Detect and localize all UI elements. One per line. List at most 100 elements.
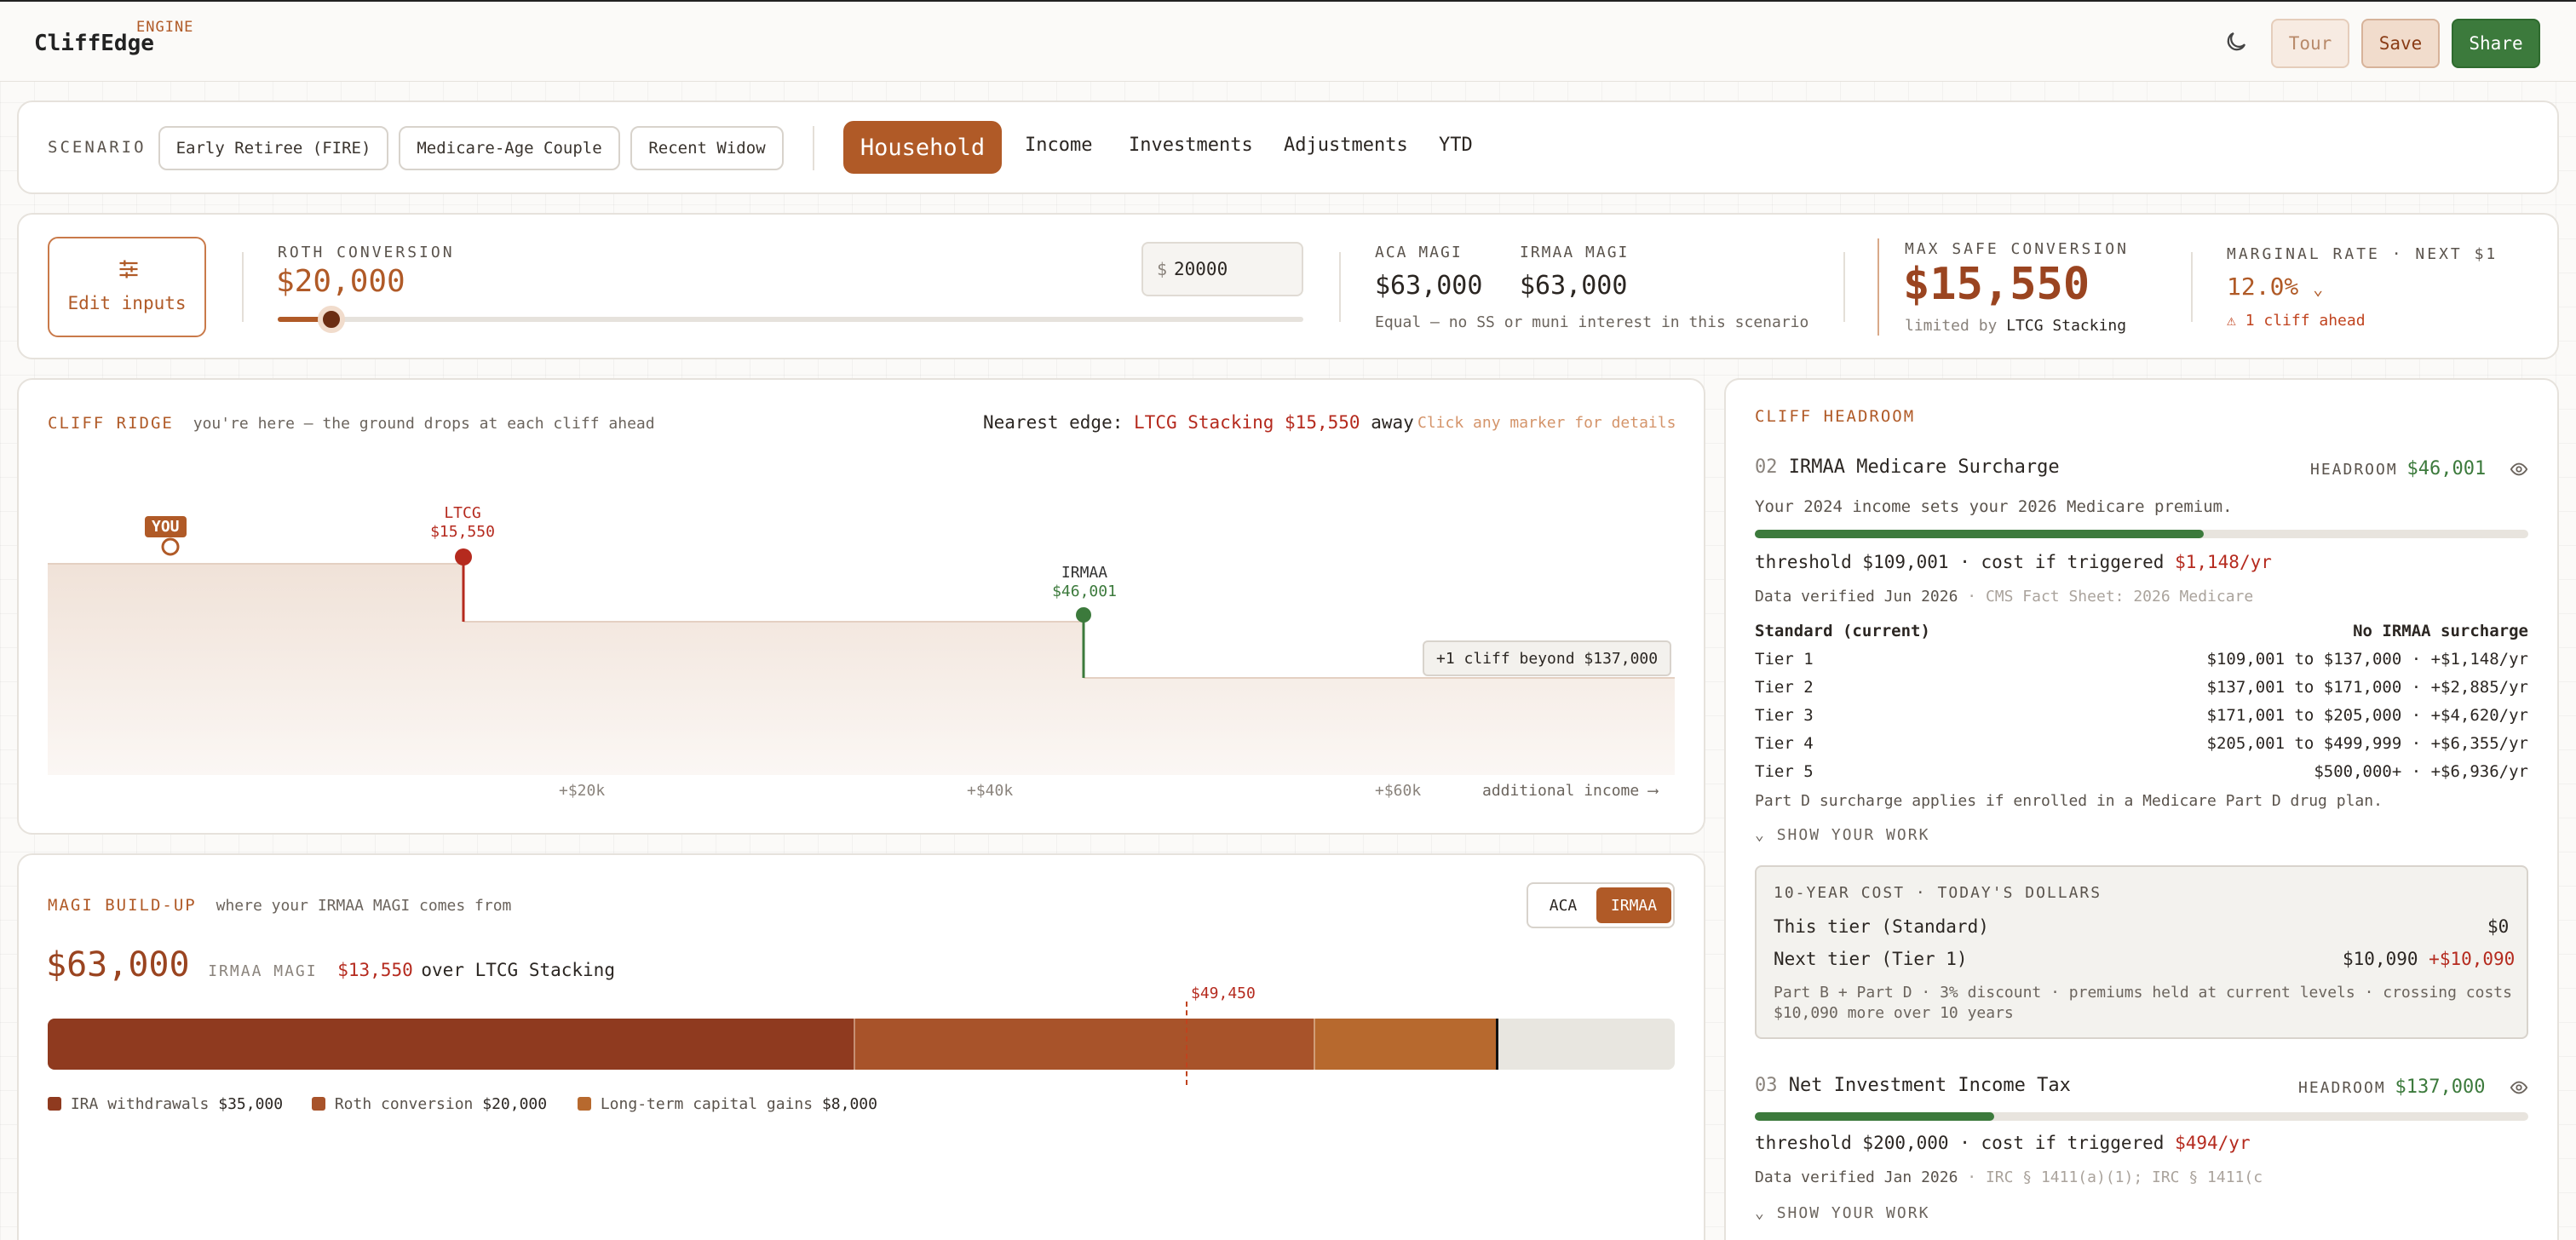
legend-roth: Roth conversion $20,000 <box>312 1095 547 1113</box>
tier-row: Tier 2 $137,001 to $171,000 · +$2,885/yr <box>1755 678 2528 697</box>
tab-household[interactable]: Household <box>843 121 1002 174</box>
next-tier-value: $10,090 +$10,090 <box>2343 949 2516 969</box>
marginal-rate-dropdown[interactable]: 12.0% ⌄ <box>2227 273 2323 301</box>
this-tier-value: $0 <box>2487 916 2510 937</box>
roth-amount-value: 20000 <box>1174 259 1228 279</box>
card-niit-title[interactable]: 03 Net Investment Income Tax <box>1755 1075 2071 1096</box>
ten-year-title: 10-YEAR COST · TODAY'S DOLLARS <box>1774 884 2102 902</box>
warning-icon: ⚠ <box>2227 312 2236 330</box>
preset-recent-widow[interactable]: Recent Widow <box>630 126 784 170</box>
tier-row: Tier 5 $500,000+ · +$6,936/yr <box>1755 762 2528 781</box>
tier-row: Tier 4 $205,001 to $499,999 · +$6,355/yr <box>1755 734 2528 753</box>
aca-magi-value: $63,000 <box>1375 271 1483 301</box>
show-your-work-toggle[interactable]: ⌄ SHOW YOUR WORK <box>1755 1204 1929 1222</box>
nearest-edge: Nearest edge: LTCG Stacking $15,550 away <box>983 412 1414 433</box>
top-bar: CliffEdge ENGINE Tour Save Share <box>0 0 2576 82</box>
edit-inputs-label: Edit inputs <box>67 293 187 313</box>
irmaa-marker-label[interactable]: IRMAA $46,001 <box>1044 564 1124 601</box>
axis-label: additional income ⟶ <box>1482 782 1658 800</box>
legend-swatch <box>578 1097 591 1111</box>
card-niit-threshold: threshold $200,000 · cost if triggered $… <box>1755 1133 2251 1153</box>
app-badge: ENGINE <box>136 19 194 36</box>
you-marker <box>161 537 180 556</box>
limited-by: limited by LTCG Stacking <box>1905 317 2127 335</box>
legend-ira: IRA withdrawals $35,000 <box>48 1095 283 1113</box>
tab-investments[interactable]: Investments <box>1129 135 1253 156</box>
divider <box>2191 252 2193 322</box>
magi-total: $63,000 IRMAA MAGI $13,550 over LTCG Sta… <box>46 945 615 985</box>
magi-title: MAGI BUILD-UP where your IRMAA MAGI come… <box>48 896 512 915</box>
threshold-dashed-line <box>1185 1002 1187 1085</box>
magi-bar <box>48 1019 1675 1070</box>
tier-row: Tier 1 $109,001 to $137,000 · +$1,148/yr <box>1755 650 2528 669</box>
tab-ytd[interactable]: YTD <box>1439 135 1473 156</box>
tab-income[interactable]: Income <box>1025 135 1092 156</box>
card-niit-progress <box>1755 1112 2528 1121</box>
divider <box>1339 252 1341 322</box>
legend-swatch <box>312 1097 325 1111</box>
sliders-icon <box>119 260 138 278</box>
preset-medicare-couple[interactable]: Medicare-Age Couple <box>399 126 620 170</box>
roth-value: $20,000 <box>276 264 405 299</box>
eye-icon[interactable] <box>2510 1078 2528 1097</box>
chevron-down-icon: ⌄ <box>2313 278 2324 299</box>
roth-slider-thumb[interactable] <box>317 306 345 333</box>
edit-inputs-button[interactable]: Edit inputs <box>48 237 206 337</box>
save-button[interactable]: Save <box>2361 19 2440 68</box>
cliff-ahead-warning: ⚠ 1 cliff ahead <box>2227 312 2366 330</box>
axis-tick: +$60k <box>1375 782 1422 800</box>
marker-hint: Click any marker for details <box>1417 414 1676 432</box>
divider <box>242 252 244 322</box>
headroom-title: CLIFF HEADROOM <box>1755 407 1916 426</box>
irmaa-magi-label: IRMAA MAGI <box>1520 244 1630 261</box>
app-logo[interactable]: CliffEdge ENGINE <box>34 19 193 56</box>
tier-row: Tier 3 $171,001 to $205,000 · +$4,620/yr <box>1755 706 2528 725</box>
next-tier-label: Next tier (Tier 1) <box>1774 949 1968 969</box>
cliff-ridge-chart <box>48 537 1675 775</box>
card-irmaa-headroom: HEADROOM $46,001 <box>2310 458 2487 479</box>
you-badge[interactable]: YOU <box>145 516 187 537</box>
ltcg-marker-label[interactable]: LTCG $15,550 <box>424 504 501 542</box>
toggle-irmaa[interactable]: IRMAA <box>1596 887 1671 923</box>
card-irmaa-desc: Your 2024 income sets your 2026 Medicare… <box>1755 497 2233 516</box>
card-niit-headroom: HEADROOM $137,000 <box>2298 1076 2486 1098</box>
bar-segment-ira[interactable] <box>48 1019 854 1070</box>
dollar-prefix: $ <box>1157 259 1168 279</box>
beyond-cliff-badge[interactable]: +1 cliff beyond $137,000 <box>1423 640 1672 676</box>
legend-ltcg: Long-term capital gains $8,000 <box>578 1095 877 1113</box>
max-safe-value: $15,550 <box>1903 259 2090 310</box>
divider <box>1843 252 1845 322</box>
card-irmaa-progress <box>1755 530 2528 538</box>
dark-mode-icon[interactable] <box>2223 29 2249 55</box>
card-irmaa-title[interactable]: 02 IRMAA Medicare Surcharge <box>1755 456 2060 478</box>
ten-year-note: Part B + Part D · 3% discount · premiums… <box>1774 984 2512 1022</box>
this-tier-label: This tier (Standard) <box>1774 916 1989 937</box>
tab-adjustments[interactable]: Adjustments <box>1284 135 1408 156</box>
preset-fire[interactable]: Early Retiree (FIRE) <box>158 126 388 170</box>
magi-note: Equal — no SS or muni interest in this s… <box>1375 313 1809 331</box>
bar-segment-roth[interactable] <box>853 1019 1314 1070</box>
irmaa-marker-dot <box>1076 607 1091 623</box>
max-safe-accent <box>1877 238 1879 336</box>
tier-row: Standard (current) No IRMAA surcharge <box>1755 622 2528 640</box>
card-irmaa-verified: Data verified Jun 2026 · CMS Fact Sheet:… <box>1755 588 2254 606</box>
limited-by-value: LTCG Stacking <box>2006 317 2127 335</box>
roth-amount-input[interactable]: $ 20000 <box>1141 242 1303 296</box>
bar-segment-ltcg[interactable] <box>1313 1019 1498 1070</box>
chevron-down-icon: ⌄ <box>1755 1204 1766 1222</box>
divider <box>813 126 814 170</box>
tour-button[interactable]: Tour <box>2271 19 2349 68</box>
share-button[interactable]: Share <box>2452 19 2540 68</box>
bar-end-marker <box>1495 1019 1498 1070</box>
threshold-marker-label: $49,450 <box>1191 985 1256 1002</box>
legend-swatch <box>48 1097 61 1111</box>
ridge-title: CLIFF RIDGE you're here — the ground dro… <box>48 414 655 433</box>
eye-icon[interactable] <box>2510 460 2528 479</box>
roth-slider-track[interactable] <box>278 306 1303 333</box>
show-your-work-toggle[interactable]: ⌄ SHOW YOUR WORK <box>1755 826 1929 844</box>
toggle-aca[interactable]: ACA <box>1532 887 1595 923</box>
axis-tick: +$20k <box>559 782 606 800</box>
card-irmaa-threshold: threshold $109,001 · cost if triggered $… <box>1755 552 2272 572</box>
roth-label: ROTH CONVERSION <box>278 244 455 261</box>
chevron-down-icon: ⌄ <box>1755 826 1766 844</box>
